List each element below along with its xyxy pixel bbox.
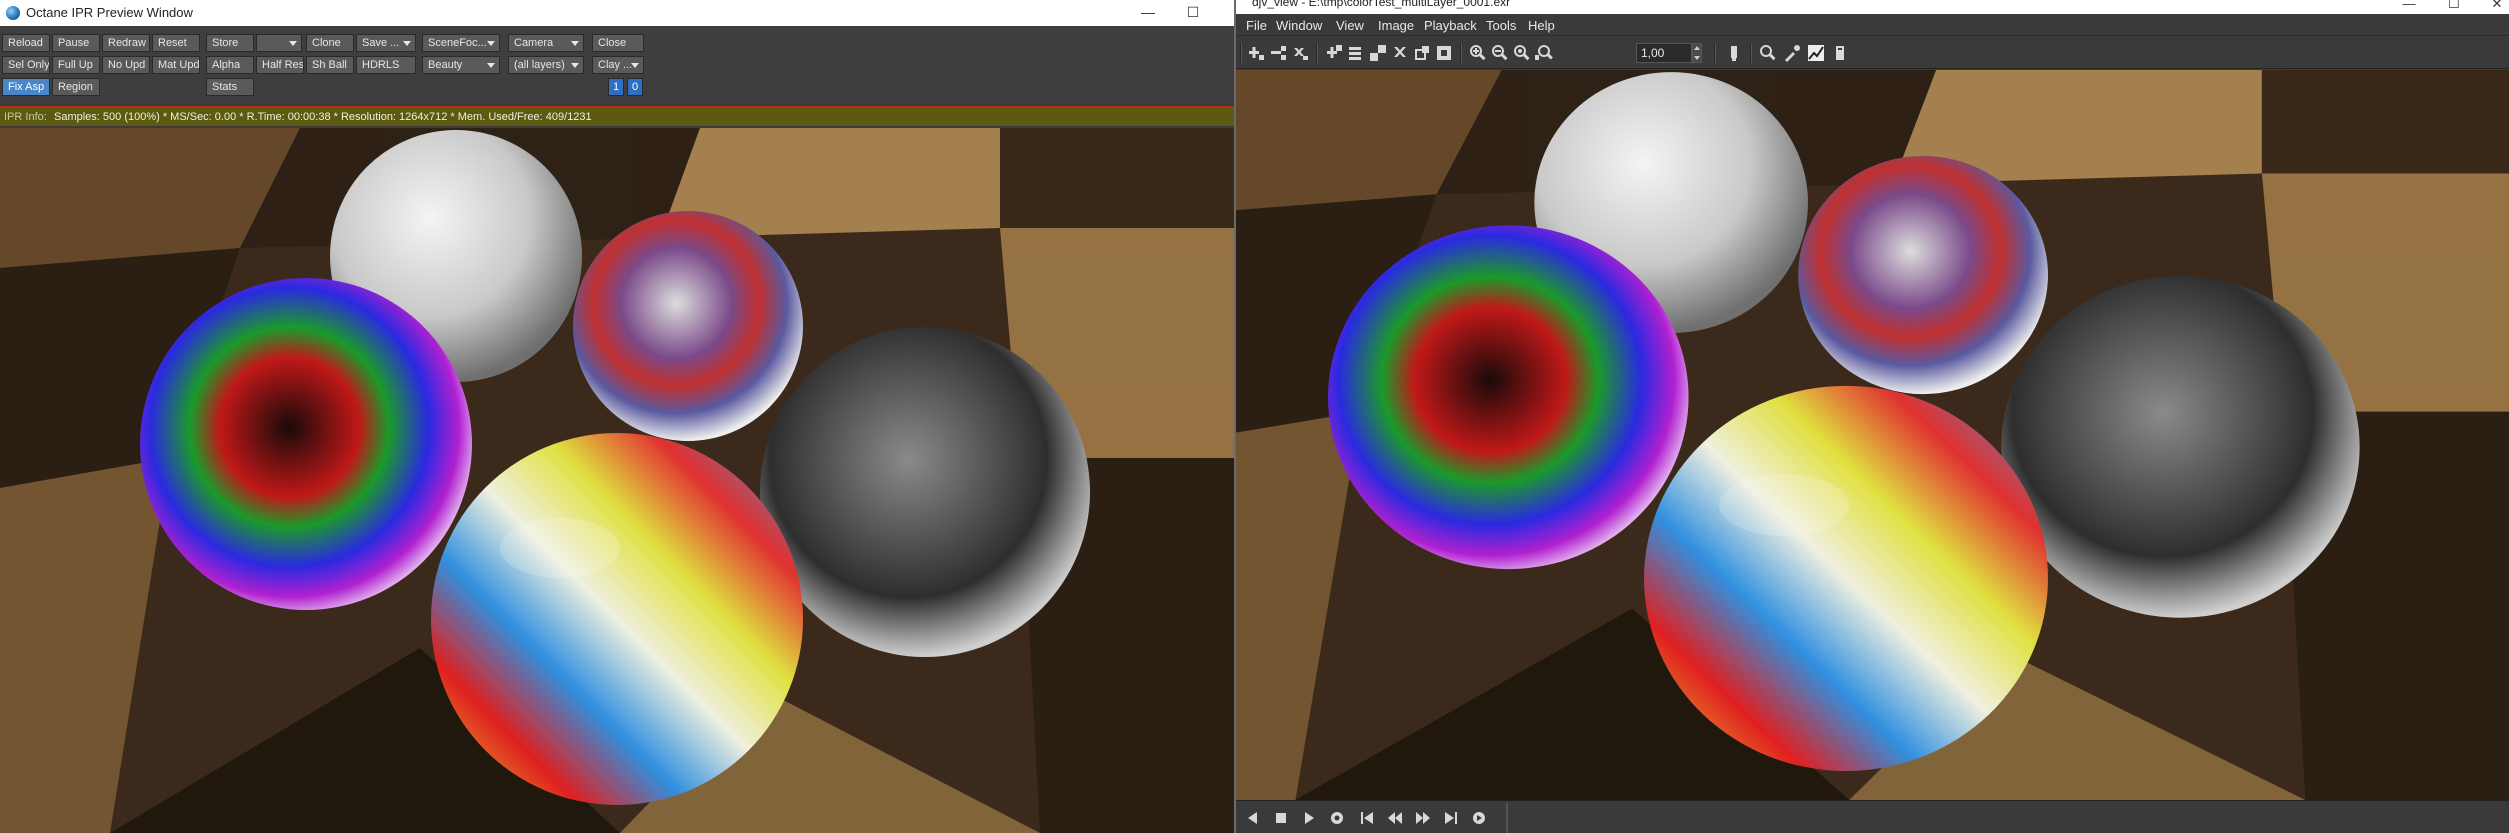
pause-button[interactable]: Pause (52, 34, 100, 52)
ipr-info-bar: IPR Info: Samples: 500 (100%) * MS/Sec: … (0, 106, 1234, 126)
frame-zero-button[interactable]: 0 (627, 78, 643, 96)
no-update-button[interactable]: No Upd (102, 56, 150, 74)
left-titlebar: Octane IPR Preview Window — ☐ (0, 0, 1234, 26)
stats-button[interactable]: Stats (206, 78, 254, 96)
zoom-reset-icon[interactable] (1512, 43, 1532, 63)
square-icon[interactable] (1412, 43, 1432, 63)
record-icon[interactable] (1328, 809, 1346, 827)
zoom-out-icon[interactable] (1490, 43, 1510, 63)
toolbar-separator (1750, 43, 1752, 63)
stop-icon[interactable] (1272, 809, 1290, 827)
fit-icon[interactable] (1324, 43, 1344, 63)
render-pass-dropdown[interactable]: Beauty (422, 56, 500, 74)
ipr-toolbar: Reload Pause Redraw Reset Store Clone Sa… (0, 26, 1234, 104)
play-icon[interactable] (1300, 809, 1318, 827)
prev-frame-icon[interactable] (1244, 809, 1262, 827)
toolbar-separator (1460, 43, 1462, 63)
step-forward-icon[interactable] (1414, 809, 1432, 827)
octane-app-icon (6, 6, 20, 20)
region-button[interactable]: Region (52, 78, 100, 96)
zoom-fit-icon[interactable] (1534, 43, 1554, 63)
reload-button[interactable]: Reload (2, 34, 50, 52)
copy-icon[interactable] (1268, 43, 1288, 63)
clone-button[interactable]: Clone (306, 34, 354, 52)
sh-ball-button[interactable]: Sh Ball (306, 56, 354, 74)
render-scene-left (0, 128, 1234, 833)
zoom-spinbox[interactable]: 1,00 (1636, 43, 1692, 63)
store-button[interactable]: Store (206, 34, 254, 52)
right-titlebar: djv_view - E:\tmp\colorTest_multiLayer_0… (1236, 0, 2509, 14)
ipr-info-label: IPR Info: (4, 111, 47, 123)
loop-icon[interactable] (1470, 809, 1488, 827)
toolbar-separator (1240, 43, 1242, 63)
right-close-button[interactable]: ✕ (2484, 0, 2509, 12)
alpha-button[interactable]: Alpha (206, 56, 254, 74)
clay-dropdown[interactable]: Clay ... (592, 56, 644, 74)
mat-update-button[interactable]: Mat Upd (152, 56, 200, 74)
menu-help[interactable]: Help (1528, 18, 1555, 33)
layer-icon[interactable] (1368, 43, 1388, 63)
ipr-info-text: Samples: 500 (100%) * MS/Sec: 0.00 * R.T… (54, 111, 592, 123)
close-icon[interactable] (1290, 43, 1310, 63)
save-dropdown[interactable]: Save ... (356, 34, 416, 52)
right-maximize-button[interactable]: ☐ (2441, 0, 2467, 12)
right-window-title: djv_view - E:\tmp\colorTest_multiLayer_0… (1252, 0, 1511, 9)
first-frame-icon[interactable] (1358, 809, 1376, 827)
toolbar-separator (1714, 43, 1716, 63)
right-minimize-button[interactable]: — (2396, 0, 2422, 11)
step-back-icon[interactable] (1386, 809, 1404, 827)
color-picker-icon[interactable] (1782, 43, 1802, 63)
djv-toolbar: 1,00 (1236, 37, 2509, 69)
menu-window[interactable]: Window (1276, 18, 1322, 33)
full-update-button[interactable]: Full Up (52, 56, 100, 74)
menu-playback[interactable]: Playback (1424, 18, 1477, 33)
magnify-icon[interactable] (1758, 43, 1778, 63)
redraw-button[interactable]: Redraw (102, 34, 150, 52)
channel-icon[interactable] (1724, 43, 1744, 63)
zoom-spin-arrows[interactable] (1692, 43, 1702, 63)
ipr-render-viewport[interactable] (0, 128, 1234, 833)
layers-dropdown[interactable]: (all layers) (508, 56, 584, 74)
playbar-separator (1506, 803, 1508, 833)
sel-only-button[interactable]: Sel Only (2, 56, 50, 74)
playback-bar (1236, 800, 2509, 833)
minimize-button[interactable]: — (1135, 2, 1161, 22)
view-icon[interactable] (1346, 43, 1366, 63)
djv-image-viewport[interactable] (1236, 70, 2509, 800)
djv-view-window: djv_view - E:\tmp\colorTest_multiLayer_0… (1236, 0, 2509, 833)
scene-focus-dropdown[interactable]: SceneFoc... (422, 34, 500, 52)
octane-ipr-window: Octane IPR Preview Window — ☐ Reload Pau… (0, 0, 1234, 833)
menu-bar: File Window View Image Playback Tools He… (1236, 14, 2509, 36)
menu-tools[interactable]: Tools (1486, 18, 1516, 33)
mask-icon[interactable] (1434, 43, 1454, 63)
reset-button[interactable]: Reset (152, 34, 200, 52)
left-window-title: Octane IPR Preview Window (26, 5, 193, 20)
info-icon[interactable] (1830, 43, 1850, 63)
half-res-button[interactable]: Half Res (256, 56, 304, 74)
hdrls-button[interactable]: HDRLS (356, 56, 416, 74)
frame-one-button[interactable]: 1 (608, 78, 624, 96)
maximize-button[interactable]: ☐ (1180, 2, 1206, 22)
store-slot-dropdown[interactable] (256, 34, 302, 52)
new-window-icon[interactable] (1246, 43, 1266, 63)
fix-aspect-button[interactable]: Fix Asp (2, 78, 50, 96)
close-ipr-button[interactable]: Close (592, 34, 644, 52)
toolbar-separator (1316, 43, 1318, 63)
menu-file[interactable]: File (1246, 18, 1267, 33)
last-frame-icon[interactable] (1442, 809, 1460, 827)
menu-image[interactable]: Image (1378, 18, 1414, 33)
histogram-icon[interactable] (1806, 43, 1826, 63)
cross-icon[interactable] (1390, 43, 1410, 63)
zoom-in-icon[interactable] (1468, 43, 1488, 63)
render-scene-right (1236, 70, 2509, 800)
camera-dropdown[interactable]: Camera (508, 34, 584, 52)
menu-view[interactable]: View (1336, 18, 1364, 33)
